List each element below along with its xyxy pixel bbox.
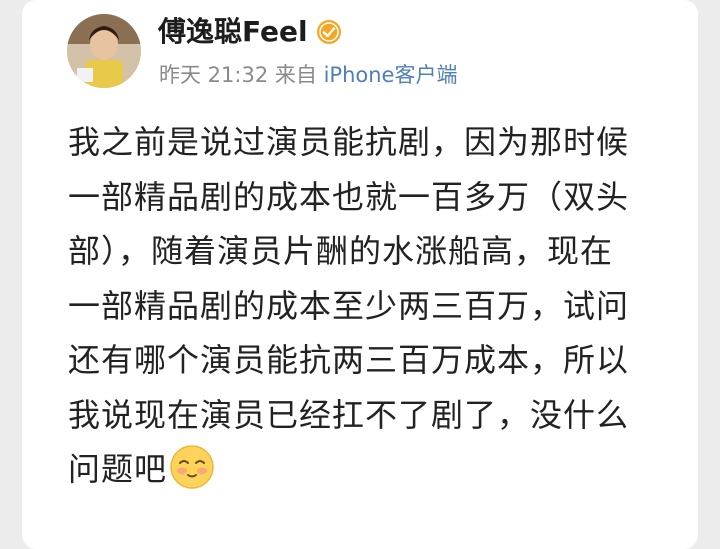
post-time: 昨天 21:32 [159, 63, 269, 87]
post-line: 我之前是说过演员能抗剧，因为那时候 [68, 123, 630, 161]
post-source-prefix: 来自 [274, 63, 317, 87]
post-line: 问题吧 [68, 450, 168, 488]
post-body: 我之前是说过演员能抗剧，因为那时候 一部精品剧的成本也就一百多万（双头 部），随… [68, 115, 698, 497]
avatar-image [67, 14, 141, 88]
post-source-client[interactable]: iPhone客户端 [324, 63, 458, 87]
blush-face-emoji-icon [170, 445, 214, 489]
post-line-last: 问题吧 [68, 442, 698, 497]
author-avatar[interactable] [67, 14, 141, 88]
post-line: 我说现在演员已经扛不了剧了，没什么 [68, 395, 630, 434]
post-line: 一部精品剧的成本至少两三百万，试问 [68, 286, 630, 325]
verified-badge-icon [316, 20, 341, 44]
post-line: 部），随着演员片酬的水涨船高，现在 [68, 232, 614, 270]
post-meta: 昨天 21:32 来自 iPhone客户端 [159, 60, 457, 90]
post-line: 一部精品剧的成本也就一百多万（双头 [68, 177, 630, 216]
author-name-row[interactable]: 傅逸聪Feel [158, 14, 342, 50]
weibo-post-card: 傅逸聪Feel 昨天 21:32 来自 iPhone客户端 我之前是说过演员能抗… [22, 0, 698, 549]
post-line: 还有哪个演员能抗两三百万成本，所以 [68, 341, 630, 379]
author-name[interactable]: 傅逸聪Feel [158, 14, 308, 50]
